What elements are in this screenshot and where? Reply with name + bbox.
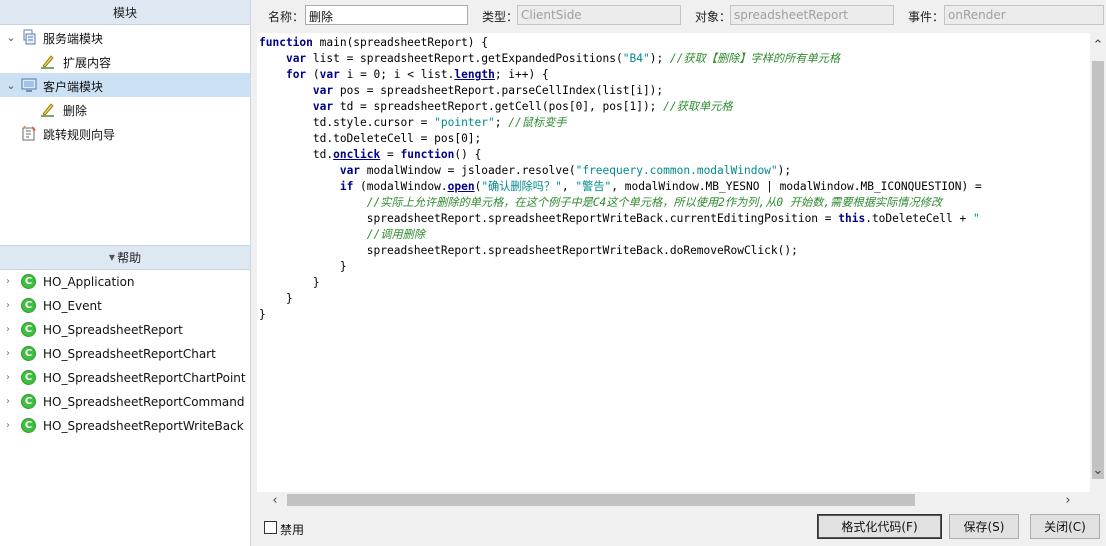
scroll-right-icon[interactable]: › bbox=[1060, 492, 1076, 508]
vertical-scrollbar[interactable]: ⌃ ⌄ bbox=[1090, 33, 1106, 492]
format-code-button[interactable]: 格式化代码(F) bbox=[817, 514, 942, 539]
help-item-label: HO_SpreadsheetReportChartPoint bbox=[43, 371, 246, 385]
help-item[interactable]: › C HO_Application bbox=[0, 270, 250, 294]
help-item[interactable]: › C HO_SpreadsheetReportCommand bbox=[0, 390, 250, 414]
wizard-icon bbox=[22, 125, 36, 141]
code-line: td.style.cursor = "pointer"; //鼠标变手 bbox=[259, 116, 567, 129]
left-panel: 模块 ⌄ 服务端模块 扩展内容 ⌄ 客户端模块 删除 跳转规则向导 ▼ 帮助 ›… bbox=[0, 0, 251, 546]
help-item-label: HO_SpreadsheetReportChart bbox=[43, 347, 216, 361]
tree-node-delete[interactable]: 删除 bbox=[0, 97, 250, 121]
code-line: if (modalWindow.open("确认删除吗？", "警告", mod… bbox=[339, 180, 982, 193]
tree-node-label: 扩展内容 bbox=[63, 56, 112, 70]
tree-node-jump-rule-wizard[interactable]: 跳转规则向导 bbox=[0, 121, 250, 145]
chevron-right-icon[interactable]: › bbox=[6, 372, 10, 383]
tree-node-label: 删除 bbox=[63, 104, 88, 118]
chevron-right-icon[interactable]: › bbox=[6, 276, 10, 287]
chevron-right-icon[interactable]: › bbox=[6, 396, 10, 407]
code-line: } bbox=[259, 292, 293, 305]
code-line: var pos = spreadsheetReport.parseCellInd… bbox=[312, 84, 664, 97]
script-pencil-icon bbox=[41, 103, 54, 117]
script-editor-window: 模块 ⌄ 服务端模块 扩展内容 ⌄ 客户端模块 删除 跳转规则向导 ▼ 帮助 ›… bbox=[0, 0, 1106, 546]
code-line: for (var i = 0; i < list.length; i++) { bbox=[285, 68, 549, 81]
help-list: › C HO_Application › C HO_Event › C HO_S… bbox=[0, 270, 250, 438]
tree-node-extend-content[interactable]: 扩展内容 bbox=[0, 49, 250, 73]
event-input: onRender bbox=[944, 5, 1104, 25]
triangle-down-icon: ▼ bbox=[108, 253, 116, 262]
help-item-label: HO_SpreadsheetReportCommand bbox=[43, 395, 245, 409]
horizontal-scroll-thumb[interactable] bbox=[287, 494, 915, 506]
help-item[interactable]: › C HO_SpreadsheetReportChart bbox=[0, 342, 250, 366]
tree-node-label: 服务端模块 bbox=[43, 32, 104, 46]
code-line: spreadsheetReport.spreadsheetReportWrite… bbox=[259, 244, 798, 257]
class-icon: C bbox=[21, 418, 36, 433]
object-input: spreadsheetReport bbox=[730, 5, 894, 25]
tree-node-server-module[interactable]: ⌄ 服务端模块 bbox=[0, 25, 250, 49]
object-label: 对象： bbox=[695, 10, 732, 24]
tree-node-label: 跳转规则向导 bbox=[43, 128, 116, 142]
name-label: 名称： bbox=[268, 10, 305, 24]
type-label: 类型： bbox=[482, 10, 519, 24]
disable-label: 禁用 bbox=[280, 523, 305, 537]
help-item[interactable]: › C HO_Event bbox=[0, 294, 250, 318]
chevron-right-icon[interactable]: › bbox=[6, 300, 10, 311]
code-line: var list = spreadsheetReport.getExpanded… bbox=[285, 52, 841, 65]
help-item[interactable]: › C HO_SpreadsheetReport bbox=[0, 318, 250, 342]
scroll-up-icon[interactable]: ⌃ bbox=[1090, 37, 1106, 53]
help-item[interactable]: › C HO_SpreadsheetReportChartPoint bbox=[0, 366, 250, 390]
type-input: ClientSide bbox=[517, 5, 681, 25]
class-icon: C bbox=[21, 322, 36, 337]
code-line: function main(spreadsheetReport) { bbox=[259, 36, 489, 49]
chevron-right-icon[interactable]: › bbox=[6, 420, 10, 431]
name-input[interactable]: 删除 bbox=[305, 5, 468, 25]
class-icon: C bbox=[21, 274, 36, 289]
code-text[interactable]: function main(spreadsheetReport) { var l… bbox=[259, 35, 982, 323]
help-header-label: 帮助 bbox=[117, 251, 142, 265]
code-line: td.onclick = function() { bbox=[259, 148, 482, 161]
modules-header: 模块 bbox=[0, 0, 250, 25]
code-line: //实际上允许删除的单元格，在这个例子中是C4这个单元格，所以使用2作为列,从0… bbox=[366, 196, 943, 209]
code-line: } bbox=[259, 260, 347, 273]
code-line: var td = spreadsheetReport.getCell(pos[0… bbox=[312, 100, 733, 113]
close-button[interactable]: 关闭(C) bbox=[1030, 514, 1100, 539]
class-icon: C bbox=[21, 394, 36, 409]
code-line: spreadsheetReport.spreadsheetReportWrite… bbox=[259, 212, 980, 225]
code-line: //调用删除 bbox=[366, 228, 426, 241]
chevron-down-icon[interactable]: ⌄ bbox=[5, 79, 17, 92]
scroll-left-icon[interactable]: ‹ bbox=[267, 492, 283, 508]
server-module-icon bbox=[23, 29, 36, 45]
chevron-down-icon[interactable]: ⌄ bbox=[5, 31, 17, 44]
code-line: } bbox=[259, 276, 320, 289]
vertical-scroll-thumb[interactable] bbox=[1092, 61, 1104, 479]
help-item-label: HO_SpreadsheetReportWriteBack bbox=[43, 419, 244, 433]
chevron-right-icon[interactable]: › bbox=[6, 324, 10, 335]
tree-node-client-module[interactable]: ⌄ 客户端模块 bbox=[0, 73, 250, 97]
client-module-icon bbox=[21, 78, 37, 92]
module-tree: ⌄ 服务端模块 扩展内容 ⌄ 客户端模块 删除 跳转规则向导 bbox=[0, 25, 250, 241]
code-editor[interactable]: function main(spreadsheetReport) { var l… bbox=[257, 33, 1090, 492]
help-header[interactable]: ▼ 帮助 bbox=[0, 245, 250, 270]
disable-checkbox[interactable] bbox=[264, 521, 277, 534]
help-item-label: HO_SpreadsheetReport bbox=[43, 323, 183, 337]
help-item-label: HO_Application bbox=[43, 275, 135, 289]
scroll-down-icon[interactable]: ⌄ bbox=[1090, 462, 1106, 478]
code-line: td.toDeleteCell = pos[0]; bbox=[259, 132, 482, 145]
code-line: } bbox=[259, 308, 266, 321]
tree-node-label: 客户端模块 bbox=[43, 80, 104, 94]
help-item-label: HO_Event bbox=[43, 299, 102, 313]
event-label: 事件： bbox=[908, 10, 945, 24]
class-icon: C bbox=[21, 298, 36, 313]
class-icon: C bbox=[21, 370, 36, 385]
script-pencil-icon bbox=[41, 55, 54, 69]
horizontal-scrollbar[interactable]: ‹ › bbox=[257, 492, 1090, 508]
chevron-right-icon[interactable]: › bbox=[6, 348, 10, 359]
help-item[interactable]: › C HO_SpreadsheetReportWriteBack bbox=[0, 414, 250, 438]
code-line: var modalWindow = jsloader.resolve("free… bbox=[339, 164, 792, 177]
class-icon: C bbox=[21, 346, 36, 361]
save-button[interactable]: 保存(S) bbox=[949, 514, 1019, 539]
